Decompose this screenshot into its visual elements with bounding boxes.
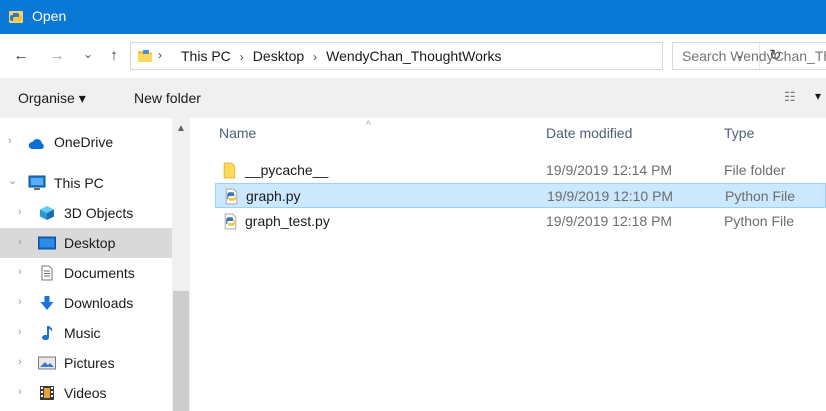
sidebar-item-label: This PC [54,175,104,191]
python-open-icon [9,11,23,23]
sidebar-item-label: Videos [64,385,107,401]
sidebar-item-videos[interactable]: › Videos [0,378,172,408]
breadcrumb-separator[interactable]: › [240,50,244,64]
forward-button[interactable]: → [49,48,65,64]
column-header-label: Name [219,125,257,141]
sidebar-item-label: 3D Objects [64,205,134,221]
python-file-icon [224,213,237,230]
file-date-modified: 19/9/2019 12:18 PM [546,213,673,229]
sort-ascending-icon: ^ [366,120,371,131]
breadcrumb-wendychan-thoughtworks[interactable]: WendyChan_ThoughtWorks [326,48,501,64]
file-row-pycache[interactable]: __pycache__ 19/9/2019 12:14 PM File fold… [215,158,826,183]
file-name: graph.py [246,188,301,204]
breadcrumb-desktop[interactable]: Desktop [253,48,304,64]
column-header-date-modified[interactable]: Date modified [546,125,632,141]
title-bar: Open [0,0,826,34]
sidebar-item-label: Music [64,325,101,341]
file-row-graph-py[interactable]: graph.py 19/9/2019 12:10 PM Python File [215,183,826,208]
file-type: Python File [724,213,795,229]
sidebar-item-label: Desktop [64,235,116,251]
sidebar-item-label: Documents [64,265,135,281]
view-more-button[interactable]: ▾ [815,89,821,103]
folder-icon [138,50,152,62]
download-icon [40,296,54,310]
sidebar-item-label: OneDrive [54,134,114,150]
cube-icon [40,206,54,220]
breadcrumb-this-pc[interactable]: This PC [181,48,231,64]
breadcrumb: This PC › Desktop › WendyChan_ThoughtWorks [167,48,502,64]
search-input[interactable] [673,43,826,69]
chevron-right-icon[interactable]: › [18,236,28,248]
address-root-separator: › [158,48,162,62]
sidebar-item-this-pc[interactable]: ⌄ This PC [0,168,172,198]
file-type: File folder [724,162,786,178]
chevron-right-icon[interactable]: › [18,296,28,308]
sidebar-item-3d-objects[interactable]: › 3D Objects [0,198,172,228]
back-button[interactable]: ← [13,48,29,64]
sidebar-item-music[interactable]: › Music [0,318,172,348]
chevron-right-icon[interactable]: › [8,135,18,147]
breadcrumb-separator[interactable]: › [313,50,317,64]
sidebar-item-onedrive[interactable]: › OneDrive [0,127,172,157]
file-type: Python File [725,188,796,204]
computer-icon [28,175,46,190]
sidebar-item-label: Pictures [64,355,115,371]
recent-locations-button[interactable]: ⌄ [80,46,96,62]
file-list: Name ^ Date modified Type __pycache__ 19… [190,118,826,411]
python-file-icon [225,188,238,205]
picture-icon [38,356,56,370]
music-icon [42,326,53,341]
chevron-down-icon[interactable]: ⌄ [8,174,18,187]
sidebar-scrollbar[interactable]: ▲ [172,118,190,411]
desktop-icon [38,236,56,250]
address-row: ← → ⌄ ↑ › This PC › Desktop › WendyChan_Thou… [0,34,826,78]
document-icon [41,265,53,281]
up-button[interactable]: ↑ [106,48,122,64]
sidebar-item-pictures[interactable]: › Pictures [0,348,172,378]
folder-icon [223,162,236,179]
column-header-label: Date modified [546,125,633,141]
sidebar-item-documents[interactable]: › Documents [0,258,172,288]
sidebar-item-label: Downloads [64,295,134,311]
chevron-right-icon[interactable]: › [18,356,28,368]
cloud-icon [28,139,44,149]
file-row-graph-test-py[interactable]: graph_test.py 19/9/2019 12:18 PM Python … [215,209,826,234]
video-icon [40,386,54,400]
file-date-modified: 19/9/2019 12:14 PM [546,162,673,178]
view-options-icon[interactable]: ☷ [784,89,796,105]
column-header-type[interactable]: Type [724,125,754,141]
chevron-right-icon[interactable]: › [18,326,28,338]
chevron-right-icon[interactable]: › [18,386,28,398]
command-bar: Organise ▾ New folder ☷ ▾ [0,78,826,118]
scrollbar-thumb[interactable] [173,291,189,411]
new-folder-button[interactable]: New folder [134,90,201,106]
scroll-up-icon[interactable]: ▲ [176,123,186,134]
chevron-right-icon[interactable]: › [18,206,28,218]
file-name: graph_test.py [245,213,330,229]
column-header-name[interactable]: Name ^ [219,120,371,141]
window-title: Open [32,8,67,24]
file-name: __pycache__ [245,162,329,178]
sidebar-item-desktop[interactable]: › Desktop [0,228,172,258]
file-date-modified: 19/9/2019 12:10 PM [547,188,674,204]
navigation-pane: › OneDrive ⌄ This PC › 3D Objects › Desk… [0,118,190,411]
sidebar-item-downloads[interactable]: › Downloads [0,288,172,318]
search-box [672,42,826,70]
address-bar[interactable]: › This PC › Desktop › WendyChan_ThoughtWorks… [130,42,782,70]
chevron-right-icon[interactable]: › [18,266,28,278]
organise-button[interactable]: Organise ▾ [18,90,86,107]
column-header-label: Type [724,125,755,141]
